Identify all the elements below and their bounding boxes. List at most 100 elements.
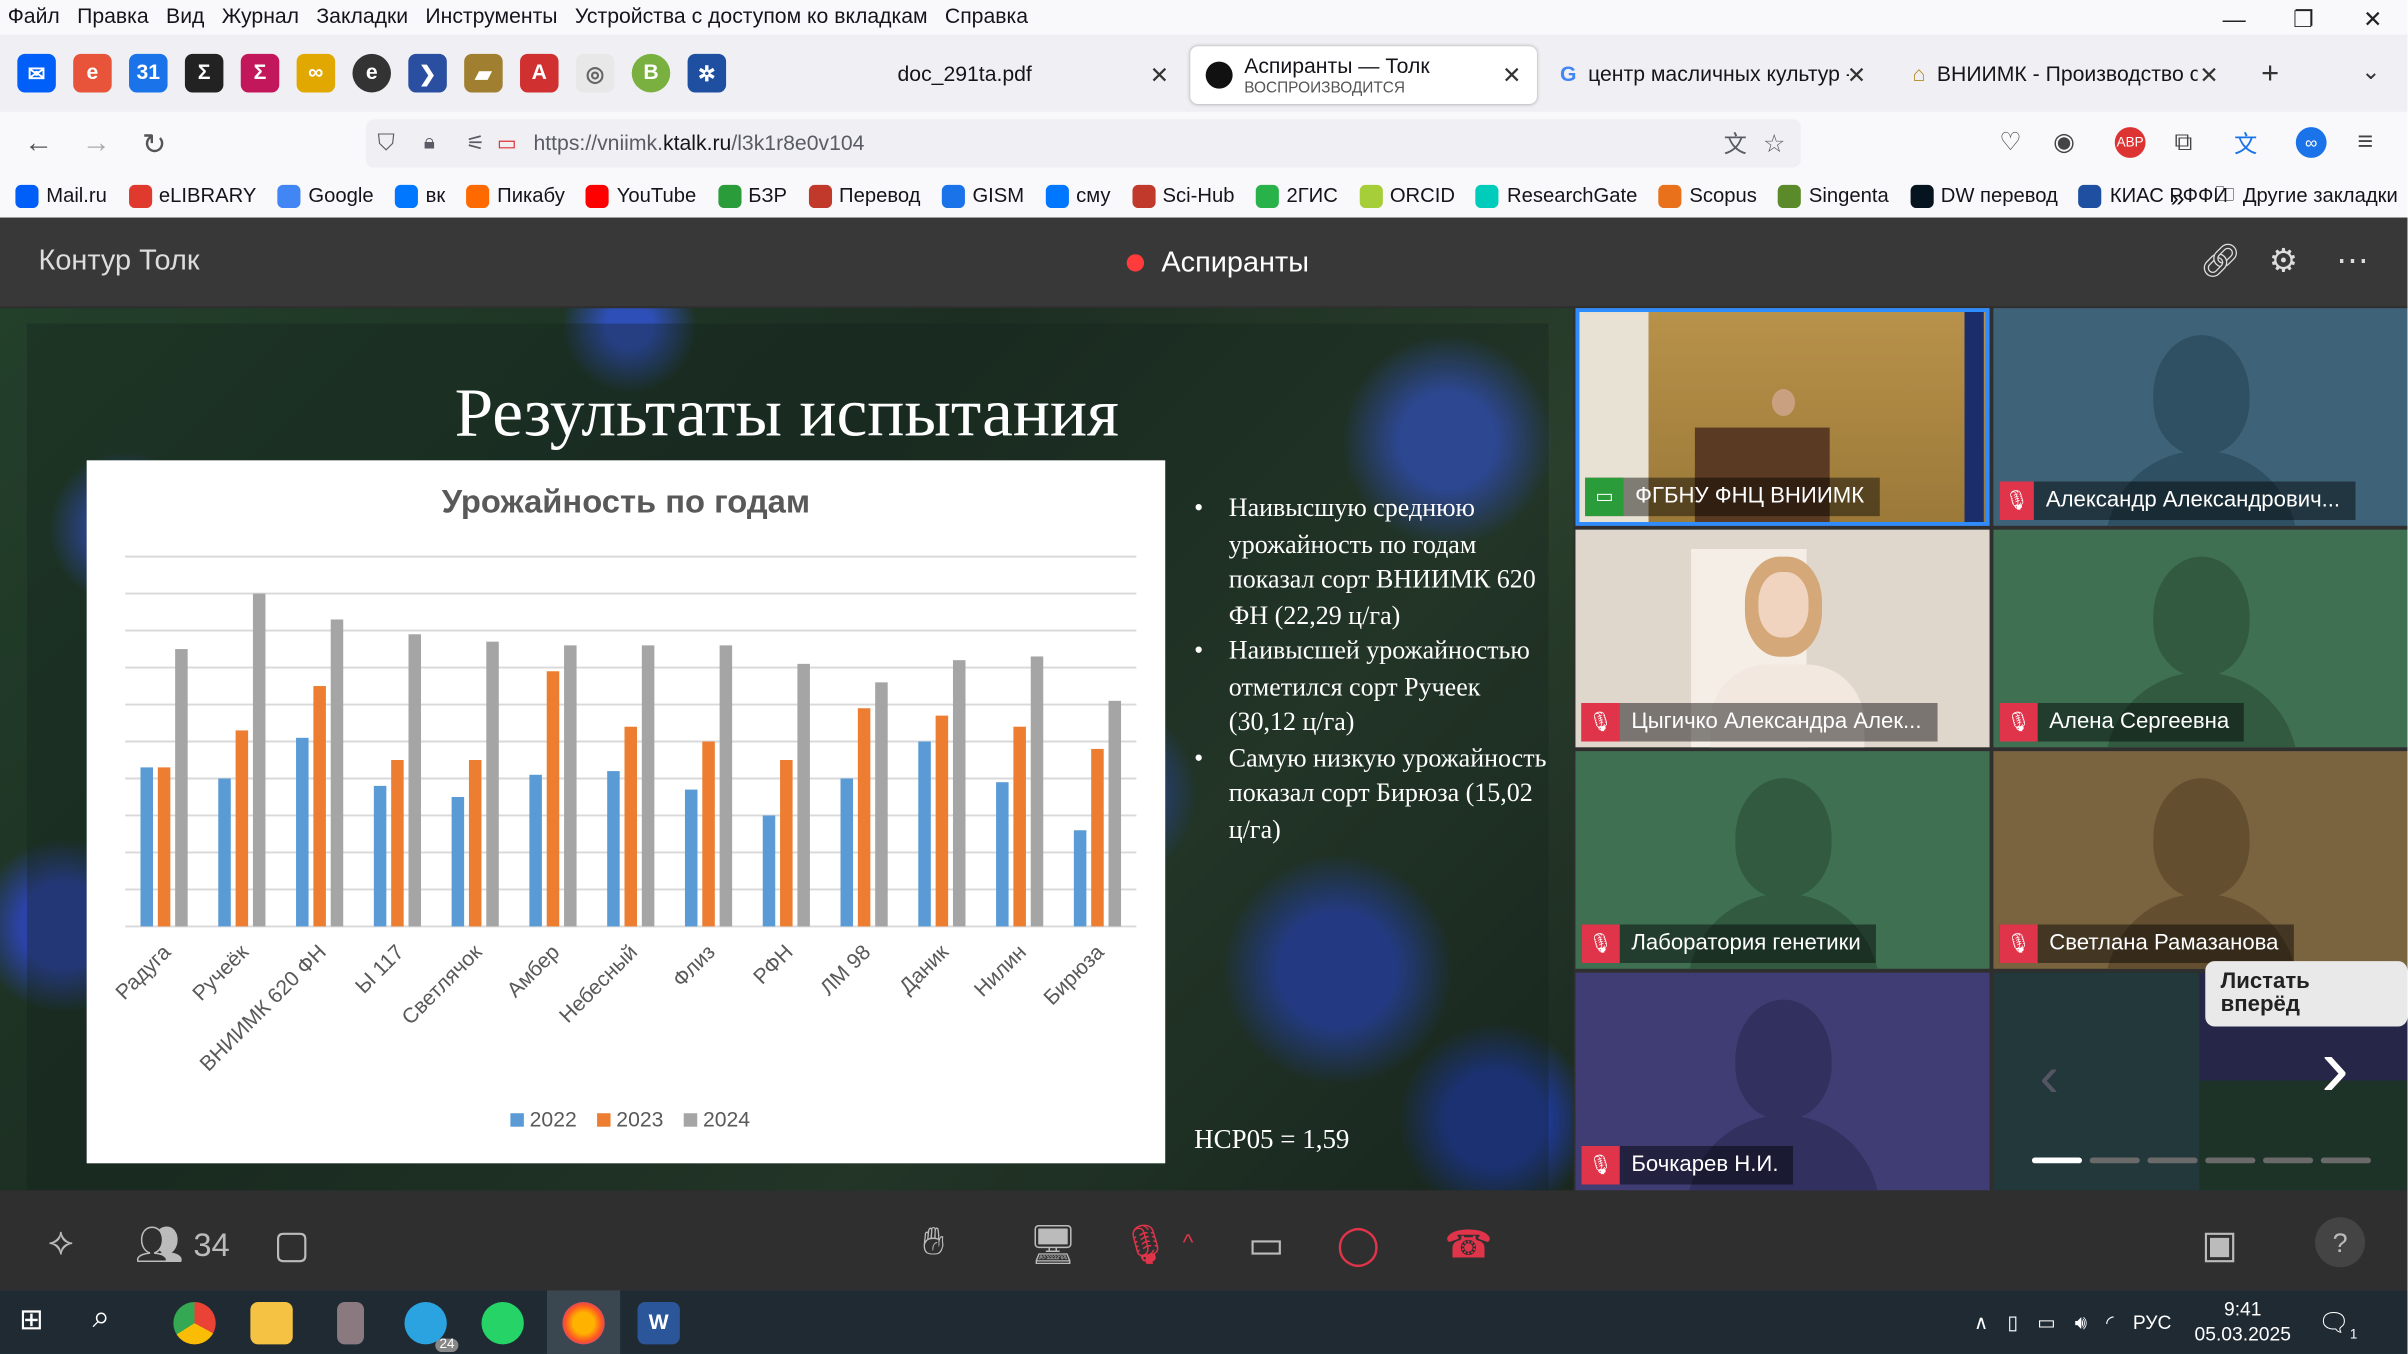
shield-icon[interactable]: ⛉ (377, 129, 394, 158)
bookmark-item[interactable]: 2ГИС (1255, 184, 1338, 209)
bookmark-item[interactable]: ORCID (1359, 184, 1455, 209)
bookmark-item[interactable]: вк (394, 184, 445, 209)
book-pinned-icon[interactable]: ▰ (464, 53, 503, 93)
menu-view[interactable]: Вид (166, 6, 204, 29)
bookmark-item[interactable]: eLIBRARY (128, 184, 256, 209)
page-dot[interactable] (2031, 1157, 2083, 1164)
bookmark-item[interactable]: Mail.ru (15, 184, 107, 209)
chat-icon[interactable]: ▢ (273, 1221, 309, 1269)
close-tab-icon[interactable]: ✕ (1150, 62, 1169, 89)
mic-off-icon[interactable]: 🎙︎ (1121, 1221, 1170, 1269)
bookmark-item[interactable]: Scopus (1658, 184, 1757, 209)
participant-tile[interactable]: 🎙︎ Бочкарев Н.И. (1575, 972, 1990, 1191)
new-tab-icon[interactable]: + (2261, 58, 2279, 93)
participant-tile[interactable]: 🎙︎ Алена Сергеевна (1993, 529, 2408, 748)
tab-kontur[interactable]: Аспиранты — Толк ВОСПРОИЗВОДИТСЯ ✕ (1190, 46, 1537, 105)
tray-device-icon[interactable]: ▯ (2007, 1313, 2018, 1334)
page-dot[interactable] (2089, 1157, 2140, 1164)
permissions-icon[interactable]: ⚟ (466, 131, 485, 156)
e-pinned-icon[interactable]: e (352, 53, 391, 93)
adblock-icon[interactable]: ABP (2114, 127, 2146, 158)
word-icon[interactable]: W (637, 1301, 680, 1345)
pocket-icon[interactable]: ♡ (1999, 127, 2021, 158)
url-text[interactable]: https://vniimk.ktalk.ru/l3k1r8e0v104 (534, 132, 865, 155)
bookmark-item[interactable]: Пикабу (466, 184, 565, 209)
close-tab-icon[interactable]: ✕ (1847, 62, 1866, 89)
more-icon[interactable]: ⋯ (2336, 243, 2369, 282)
bookmark-item[interactable]: БЗР (717, 184, 787, 209)
menu-tools[interactable]: Инструменты (425, 6, 557, 29)
tray-expand-icon[interactable]: ∧ (1974, 1313, 1988, 1334)
link-icon[interactable]: 🔗︎ (2199, 243, 2241, 282)
raise-hand-icon[interactable]: ✋︎ (923, 1221, 945, 1265)
bookmark-item[interactable]: DW перевод (1909, 184, 2058, 209)
b-pinned-icon[interactable]: B (631, 53, 671, 93)
sigma-pinned-icon[interactable]: Σ (184, 53, 224, 93)
bookmark-item[interactable]: Перевод (808, 184, 920, 209)
close-tab-icon[interactable]: ✕ (1502, 62, 1521, 89)
page-dot[interactable] (2320, 1157, 2371, 1164)
next-page-icon[interactable]: › (2321, 1026, 2349, 1112)
menu-devices[interactable]: Устройства с доступом ко вкладкам (575, 6, 928, 29)
lock-icon[interactable]: 🔒︎ (424, 131, 435, 156)
gear-icon[interactable]: ⚙ (2269, 243, 2298, 282)
clock[interactable]: 9:41 05.03.2025 (2195, 1298, 2291, 1348)
back-icon[interactable]: ← (10, 127, 68, 160)
close-icon[interactable]: ✕ (2338, 0, 2407, 39)
minimize-icon[interactable]: — (2199, 0, 2268, 39)
menu-icon[interactable]: ≡ (2357, 125, 2373, 156)
menu-help[interactable]: Справка (945, 6, 1028, 29)
bookmark-item[interactable]: Singenta (1778, 184, 1889, 209)
arrow-pinned-icon[interactable]: ❯ (408, 53, 447, 93)
mail-pinned-icon[interactable]: ✉ (17, 53, 56, 93)
chrome-icon[interactable] (173, 1301, 216, 1345)
tab-vniimk[interactable]: ⌂ ВНИИМК - Производство семя ✕ (1897, 46, 2234, 104)
notification-icon[interactable]: 🗨︎ 1 (2318, 1308, 2358, 1343)
hangup-icon[interactable]: ☎︎ (1445, 1221, 1493, 1269)
maximize-icon[interactable]: ❐ (2269, 0, 2338, 39)
account-icon[interactable]: ◉ (2053, 127, 2075, 158)
forward-icon[interactable]: → (67, 127, 125, 160)
bookmark-item[interactable]: YouTube (585, 184, 696, 209)
menu-bookmarks[interactable]: Закладки (316, 6, 408, 29)
grid-pinned-icon[interactable]: ✲ (687, 53, 727, 93)
close-tab-icon[interactable]: ✕ (2199, 62, 2218, 89)
whatsapp-icon[interactable] (481, 1301, 524, 1345)
reload-icon[interactable]: ↻ (125, 126, 183, 161)
volume-icon[interactable]: 🔊︎ (2075, 1313, 2087, 1334)
menu-history[interactable]: Журнал (222, 6, 299, 29)
firefox-icon[interactable] (562, 1301, 605, 1345)
tab-search[interactable]: G центр масличных культур - По ✕ (1545, 46, 1882, 104)
bookmark-item[interactable]: GISM (941, 184, 1024, 209)
explorer-icon[interactable] (250, 1301, 293, 1345)
bookmark-item[interactable]: сму (1045, 184, 1111, 209)
menu-file[interactable]: Файл (8, 6, 60, 29)
page-dot[interactable] (2205, 1157, 2256, 1164)
calendar-pinned-icon[interactable]: 31 (129, 53, 168, 93)
participants-button[interactable]: 👥︎ 34 (135, 1221, 230, 1269)
battery-icon[interactable]: ▭ (2037, 1313, 2055, 1334)
participant-tile[interactable]: 🎙︎ Цыгичко Александра Алек... (1575, 529, 1990, 748)
logo-pinned-icon[interactable]: ◎ (575, 53, 615, 93)
chevron-down-icon[interactable]: ⌄ (2361, 58, 2380, 85)
participant-tile[interactable]: 🎙︎ Светлана Рамазанова (1993, 751, 2408, 969)
link-pinned-icon[interactable]: ∞ (296, 53, 336, 93)
record-icon[interactable]: ◯ (1337, 1221, 1380, 1269)
search-icon[interactable]: ⌕ (92, 1302, 134, 1344)
translate-ext-icon[interactable]: 文 (2234, 127, 2257, 160)
tab-pdf[interactable]: doc_291ta.pdf ✕ (809, 46, 1185, 104)
bookmark-item[interactable]: КИАС РФФИ (2079, 184, 2228, 209)
other-bookmarks[interactable]: 🗀︎ Другие закладки (2215, 179, 2398, 214)
prev-page-icon[interactable]: ‹ (2040, 1046, 2059, 1111)
url-bar[interactable]: ⛉ 🔒︎ ⚟ ▭ https://vniimk.ktalk.ru/l3k1r8e… (365, 119, 1801, 168)
participant-tile[interactable]: 🎙︎ Лаборатория генетики (1575, 751, 1990, 969)
language-indicator[interactable]: РУС (2133, 1313, 2172, 1334)
help-icon[interactable]: ? (2315, 1217, 2366, 1268)
page-dot[interactable] (2147, 1157, 2198, 1164)
bookmarks-overflow-icon[interactable]: » (2171, 182, 2185, 211)
sigma-red-pinned-icon[interactable]: Σ (240, 53, 280, 93)
screen-share-button-icon[interactable]: 🖥︎ (1028, 1221, 1077, 1269)
shapes-icon[interactable]: ⟡ (48, 1221, 73, 1265)
mic-options-icon[interactable]: ^ (1183, 1229, 1194, 1256)
telegram-icon[interactable]: 24 (404, 1301, 459, 1353)
